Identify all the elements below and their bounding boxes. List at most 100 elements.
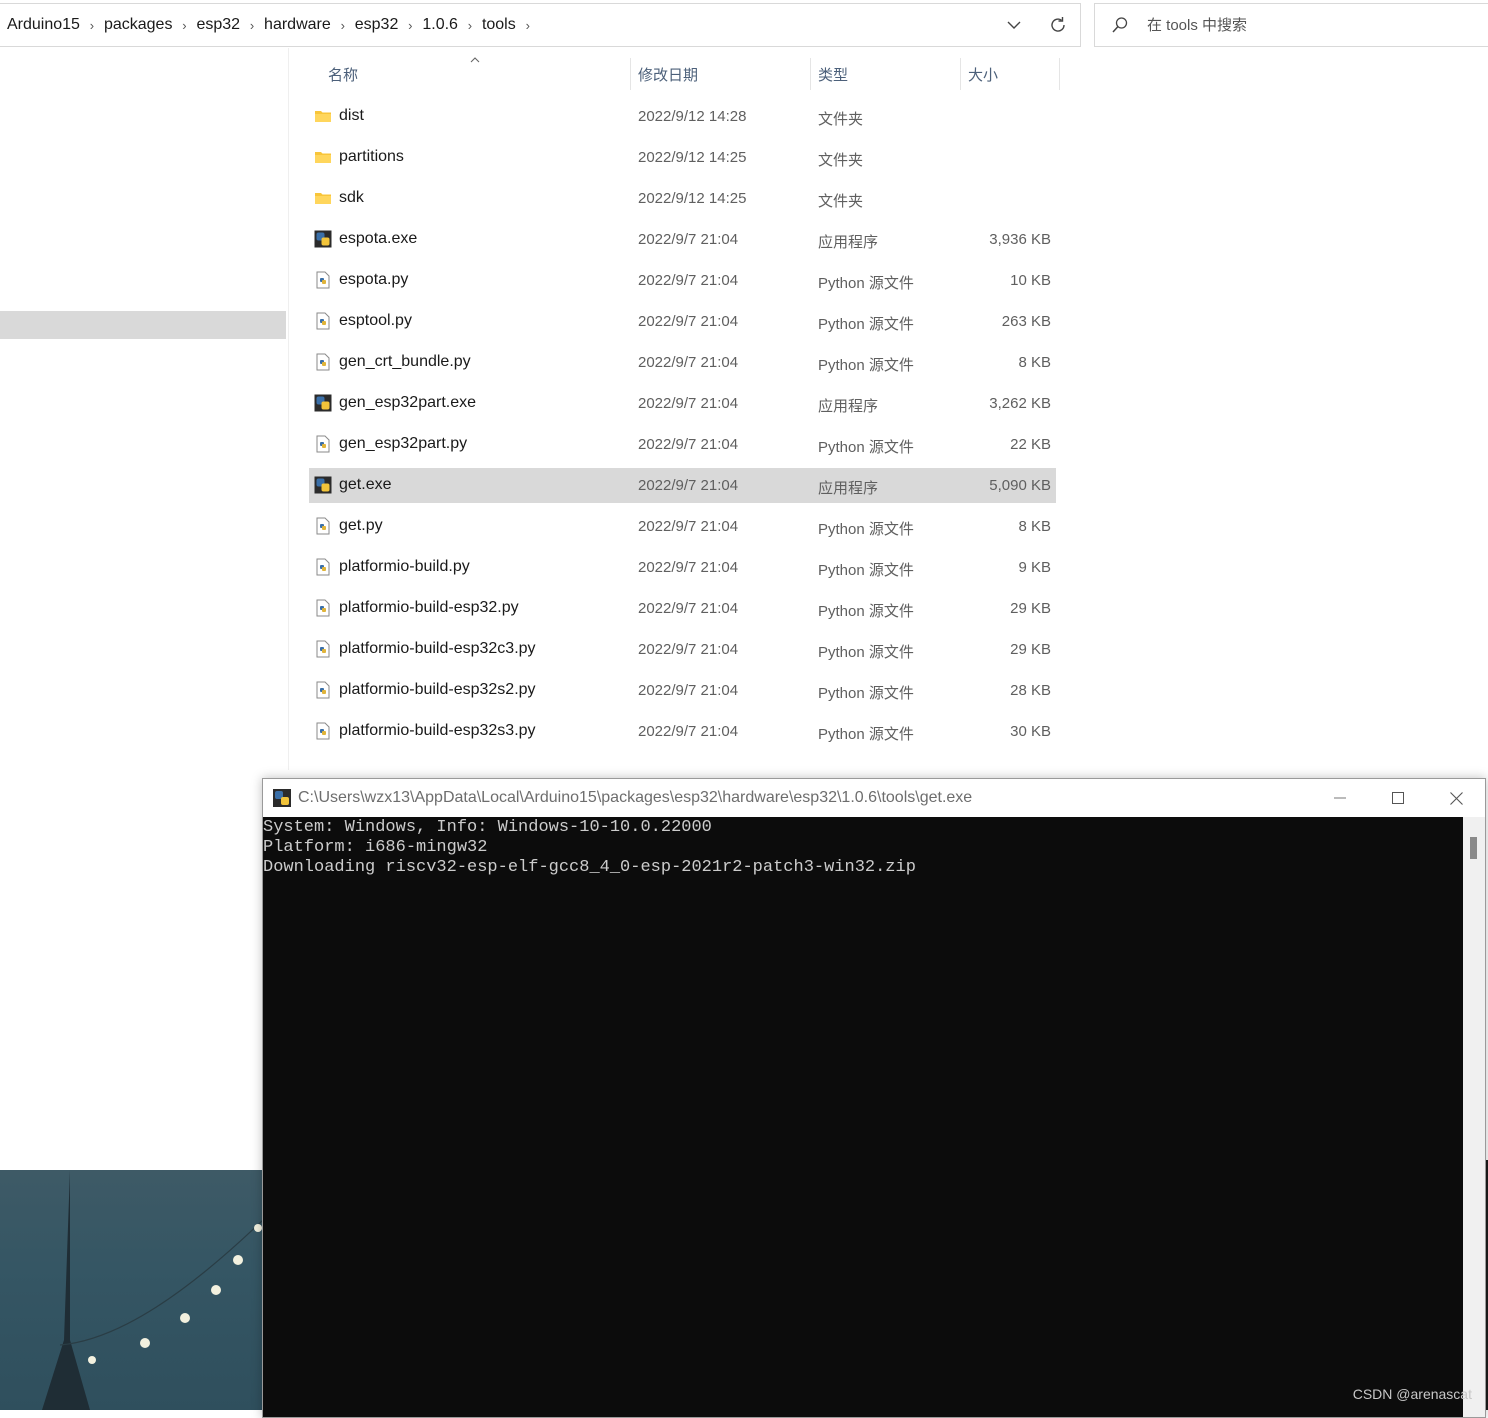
breadcrumb-separator-chevron-icon[interactable]: › <box>398 18 422 33</box>
file-row[interactable]: platformio-build-esp32s3.py 2022/9/7 21:0… <box>309 714 1056 749</box>
file-type: 文件夹 <box>818 111 864 128</box>
file-row[interactable]: platformio-build-esp32c3.py 2022/9/7 21:0… <box>309 632 1056 667</box>
console-window[interactable]: C:\Users\wzx13\AppData\Local\Arduino15\p… <box>262 778 1486 1418</box>
maximize-button[interactable] <box>1369 779 1427 817</box>
python-file-icon <box>314 599 332 617</box>
python-file-icon <box>314 640 332 658</box>
file-row[interactable]: sdk 2022/9/12 14:25 文件夹 <box>309 181 1056 216</box>
file-size: 263 KB <box>1001 313 1051 330</box>
file-type: Python 源文件 <box>818 603 914 620</box>
file-name: gen_esp32part.py <box>339 435 468 452</box>
breadcrumb-item[interactable]: Arduino15 <box>7 14 80 36</box>
console-title: C:\Users\wzx13\AppData\Local\Arduino15\p… <box>298 789 973 806</box>
console-scrollbar[interactable] <box>1463 817 1485 1417</box>
file-date: 2022/9/7 21:04 <box>638 477 739 494</box>
file-date: 2022/9/7 21:04 <box>638 600 739 617</box>
file-name: sdk <box>339 189 364 206</box>
file-type: 应用程序 <box>818 480 879 497</box>
close-button[interactable] <box>1427 779 1485 817</box>
breadcrumb-separator-chevron-icon[interactable]: › <box>516 18 540 33</box>
breadcrumb-separator-chevron-icon[interactable]: › <box>240 18 264 33</box>
file-date: 2022/9/7 21:04 <box>638 231 739 248</box>
nav-pane-selected-item[interactable] <box>0 311 286 339</box>
file-date: 2022/9/7 21:04 <box>638 682 739 699</box>
file-row[interactable]: espota.py 2022/9/7 21:04 Python 源文件 10 KB <box>309 263 1056 298</box>
refresh-button[interactable] <box>1036 4 1080 46</box>
column-divider[interactable] <box>810 58 811 90</box>
search-box[interactable] <box>1094 3 1488 47</box>
column-header-type[interactable]: 类型 <box>818 56 848 92</box>
minimize-button[interactable] <box>1311 779 1369 817</box>
column-header-date[interactable]: 修改日期 <box>638 56 698 92</box>
breadcrumb-separator-chevron-icon[interactable]: › <box>172 18 196 33</box>
python-file-icon <box>314 312 332 330</box>
file-size: 30 KB <box>1010 723 1051 740</box>
column-divider[interactable] <box>1059 58 1060 90</box>
folder-icon <box>314 189 332 207</box>
column-header-name-label: 名称 <box>328 66 359 84</box>
file-row[interactable]: esptool.py 2022/9/7 21:04 Python 源文件 263 KB <box>309 304 1056 339</box>
file-type: Python 源文件 <box>818 357 914 374</box>
breadcrumb-item[interactable]: hardware <box>264 14 331 36</box>
file-date: 2022/9/7 21:04 <box>638 641 739 658</box>
file-name: get.py <box>339 517 383 534</box>
file-type: Python 源文件 <box>818 644 914 661</box>
python-file-icon <box>314 517 332 535</box>
breadcrumb-item[interactable]: 1.0.6 <box>422 14 458 36</box>
file-row[interactable]: get.py 2022/9/7 21:04 Python 源文件 8 KB <box>309 509 1056 544</box>
python-file-icon <box>314 681 332 699</box>
search-input[interactable] <box>1145 15 1449 35</box>
breadcrumb-item[interactable]: esp32 <box>355 14 399 36</box>
file-size: 29 KB <box>1010 641 1051 658</box>
file-date: 2022/9/12 14:25 <box>638 190 747 207</box>
file-row[interactable]: platformio-build-esp32.py 2022/9/7 21:04 P… <box>309 591 1056 626</box>
file-name: partitions <box>339 148 404 165</box>
python-exe-icon <box>273 789 291 807</box>
file-name: esptool.py <box>339 312 412 329</box>
search-icon <box>1112 17 1128 33</box>
file-size: 3,936 KB <box>989 231 1051 248</box>
file-row[interactable]: platformio-build-esp32s2.py 2022/9/7 21:0… <box>309 673 1056 708</box>
column-header-name[interactable]: 名称 <box>328 56 358 92</box>
python-exe-icon <box>314 394 332 412</box>
file-row[interactable]: espota.exe 2022/9/7 21:04 应用程序 3,936 KB <box>309 222 1056 257</box>
minimize-icon <box>1334 797 1346 799</box>
desktop-wallpaper <box>0 1170 263 1410</box>
file-row[interactable]: gen_crt_bundle.py 2022/9/7 21:04 Python 源文… <box>309 345 1056 380</box>
console-titlebar[interactable]: C:\Users\wzx13\AppData\Local\Arduino15\p… <box>263 779 1485 817</box>
file-size: 22 KB <box>1010 436 1051 453</box>
chevron-down-icon <box>1007 21 1021 29</box>
breadcrumb-item[interactable]: tools <box>482 14 516 36</box>
breadcrumb-separator-chevron-icon[interactable]: › <box>458 18 482 33</box>
file-name: gen_crt_bundle.py <box>339 353 471 370</box>
file-date: 2022/9/7 21:04 <box>638 272 739 289</box>
close-icon <box>1449 791 1463 805</box>
pane-divider[interactable] <box>288 48 289 770</box>
file-row[interactable]: gen_esp32part.py 2022/9/7 21:04 Python 源文件… <box>309 427 1056 462</box>
breadcrumb-separator-chevron-icon[interactable]: › <box>331 18 355 33</box>
column-divider[interactable] <box>630 58 631 90</box>
scrollbar-thumb[interactable] <box>1470 837 1477 859</box>
file-row[interactable]: partitions 2022/9/12 14:25 文件夹 <box>309 140 1056 175</box>
file-size: 3,262 KB <box>989 395 1051 412</box>
maximize-icon <box>1392 792 1404 804</box>
column-header-size[interactable]: 大小 <box>968 56 998 92</box>
file-row[interactable]: dist 2022/9/12 14:28 文件夹 <box>309 99 1056 134</box>
file-row[interactable]: get.exe 2022/9/7 21:04 应用程序 5,090 KB <box>309 468 1056 503</box>
file-row[interactable]: gen_esp32part.exe 2022/9/7 21:04 应用程序 3,262… <box>309 386 1056 421</box>
file-size: 5,090 KB <box>989 477 1051 494</box>
column-divider[interactable] <box>960 58 961 90</box>
breadcrumb-separator-chevron-icon[interactable]: › <box>80 18 104 33</box>
breadcrumb-item[interactable]: esp32 <box>196 14 240 36</box>
file-type: 文件夹 <box>818 152 864 169</box>
history-dropdown-button[interactable] <box>992 4 1036 46</box>
address-bar[interactable]: Arduino15 › packages › esp32 › hardware › esp32 ›… <box>0 3 1081 47</box>
breadcrumb-item[interactable]: packages <box>104 14 173 36</box>
file-date: 2022/9/7 21:04 <box>638 354 739 371</box>
watermark: CSDN @arenascat <box>1352 1386 1472 1402</box>
file-row[interactable]: platformio-build.py 2022/9/7 21:04 Python … <box>309 550 1056 585</box>
console-output[interactable]: System: Windows, Info: Windows-10-10.0.2… <box>263 817 1463 1417</box>
breadcrumb: Arduino15 › packages › esp32 › hardware › esp32 ›… <box>0 14 992 36</box>
file-date: 2022/9/7 21:04 <box>638 559 739 576</box>
file-name: platformio-build-esp32s3.py <box>339 722 536 739</box>
